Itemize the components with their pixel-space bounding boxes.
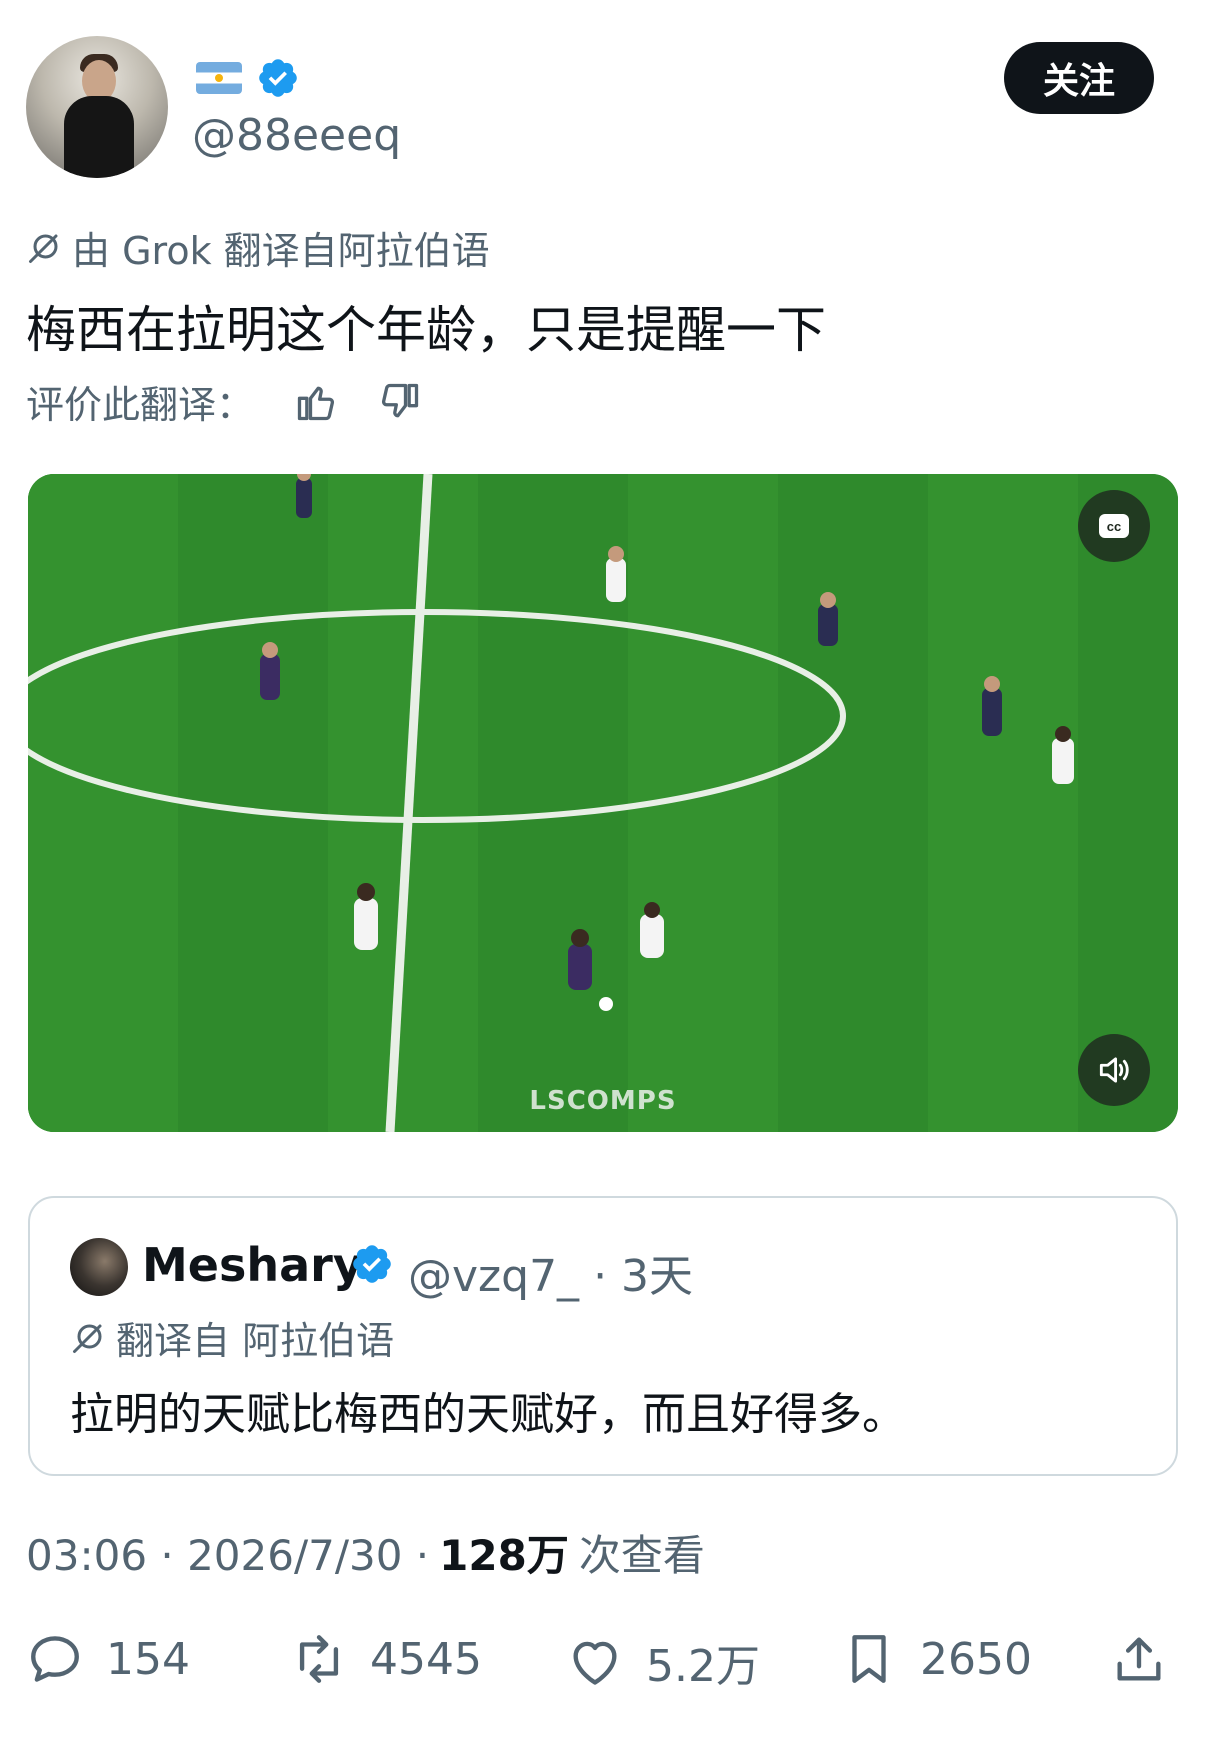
retweet-icon [299,1635,339,1683]
quoted-author-name[interactable]: Meshary [142,1238,363,1292]
author-handle[interactable]: @88eeeq [192,110,401,161]
quoted-translated-label: 翻译自 阿拉伯语 [116,1319,395,1363]
closed-captions-icon: cc [1099,514,1129,538]
player [818,592,838,646]
speaker-muted-icon [1099,1057,1129,1083]
verified-badge-icon [353,1245,391,1283]
quoted-author-avatar[interactable] [70,1238,128,1296]
translate-icon [29,234,58,263]
rate-translation: 评价此翻译： [26,374,422,429]
quoted-tweet[interactable]: Meshary @vzq7_ · 3天 翻译自 阿拉伯语 拉明的天赋比梅西的天赋… [28,1196,1178,1476]
football-pitch-frame [28,474,1178,1132]
translated-by-grok[interactable]: 由 Grok 翻译自阿拉伯语 [26,220,490,275]
player [982,676,1002,736]
thumbs-up-icon[interactable] [294,380,338,424]
translated-by-label: 由 Grok 翻译自阿拉伯语 [72,229,490,273]
player [354,883,378,950]
player [1052,726,1074,784]
player [568,929,592,990]
quoted-author-handle: @vzq7_ [408,1251,580,1302]
translate-icon [73,1324,102,1353]
retweet-button[interactable]: 4545 [290,1630,482,1688]
bookmark-count: 2650 [920,1633,1032,1685]
tweet-text: 梅西在拉明这个年龄，只是提醒一下 [26,301,826,359]
quoted-tweet-text: 拉明的天赋比梅西的天赋好，而且好得多。 [70,1389,906,1440]
thumbs-down-icon[interactable] [378,380,422,424]
svg-text:cc: cc [1107,519,1121,534]
bookmark-icon [852,1635,886,1683]
closed-captions-button[interactable]: cc [1078,490,1150,562]
reply-count: 154 [106,1633,190,1685]
player [260,642,280,700]
tweet-actions: 154 4545 5.2万 2650 [0,1620,1206,1700]
tweet-header: @88eeeq 关注 [0,0,1206,200]
tweet-timestamp[interactable]: 03:06 · 2026/7/30 · [26,1531,429,1580]
player [606,546,626,602]
like-count: 5.2万 [646,1641,760,1692]
retweet-count: 4545 [370,1633,482,1685]
follow-button[interactable]: 关注 [1004,42,1154,114]
rate-translation-label: 评价此翻译： [26,383,255,427]
view-count: 128万 [439,1531,569,1580]
like-button[interactable]: 5.2万 [566,1630,760,1694]
share-button[interactable] [1110,1630,1190,1688]
tweet-timestamp-row: 03:06 · 2026/7/30 · 128万 次查看 [26,1522,705,1583]
quoted-translated-from: 翻译自 阿拉伯语 [70,1310,394,1365]
quoted-time: · 3天 [593,1251,694,1302]
bookmark-button[interactable]: 2650 [840,1630,1032,1688]
player [296,474,312,518]
quoted-author-meta: @vzq7_ · 3天 [408,1240,693,1304]
reply-icon [31,1636,79,1682]
verified-badge-icon[interactable] [256,56,300,100]
heart-icon [573,1641,617,1685]
ball [599,997,613,1011]
video-watermark: LSCOMPS [529,1086,677,1116]
view-count-label: 次查看 [578,1531,705,1580]
reply-button[interactable]: 154 [26,1630,190,1688]
video-player[interactable]: cc LSCOMPS [28,474,1178,1132]
avatar-suit [64,96,134,178]
author-avatar[interactable] [26,36,168,178]
share-icon [1117,1637,1161,1681]
argentina-flag-icon [196,62,242,94]
